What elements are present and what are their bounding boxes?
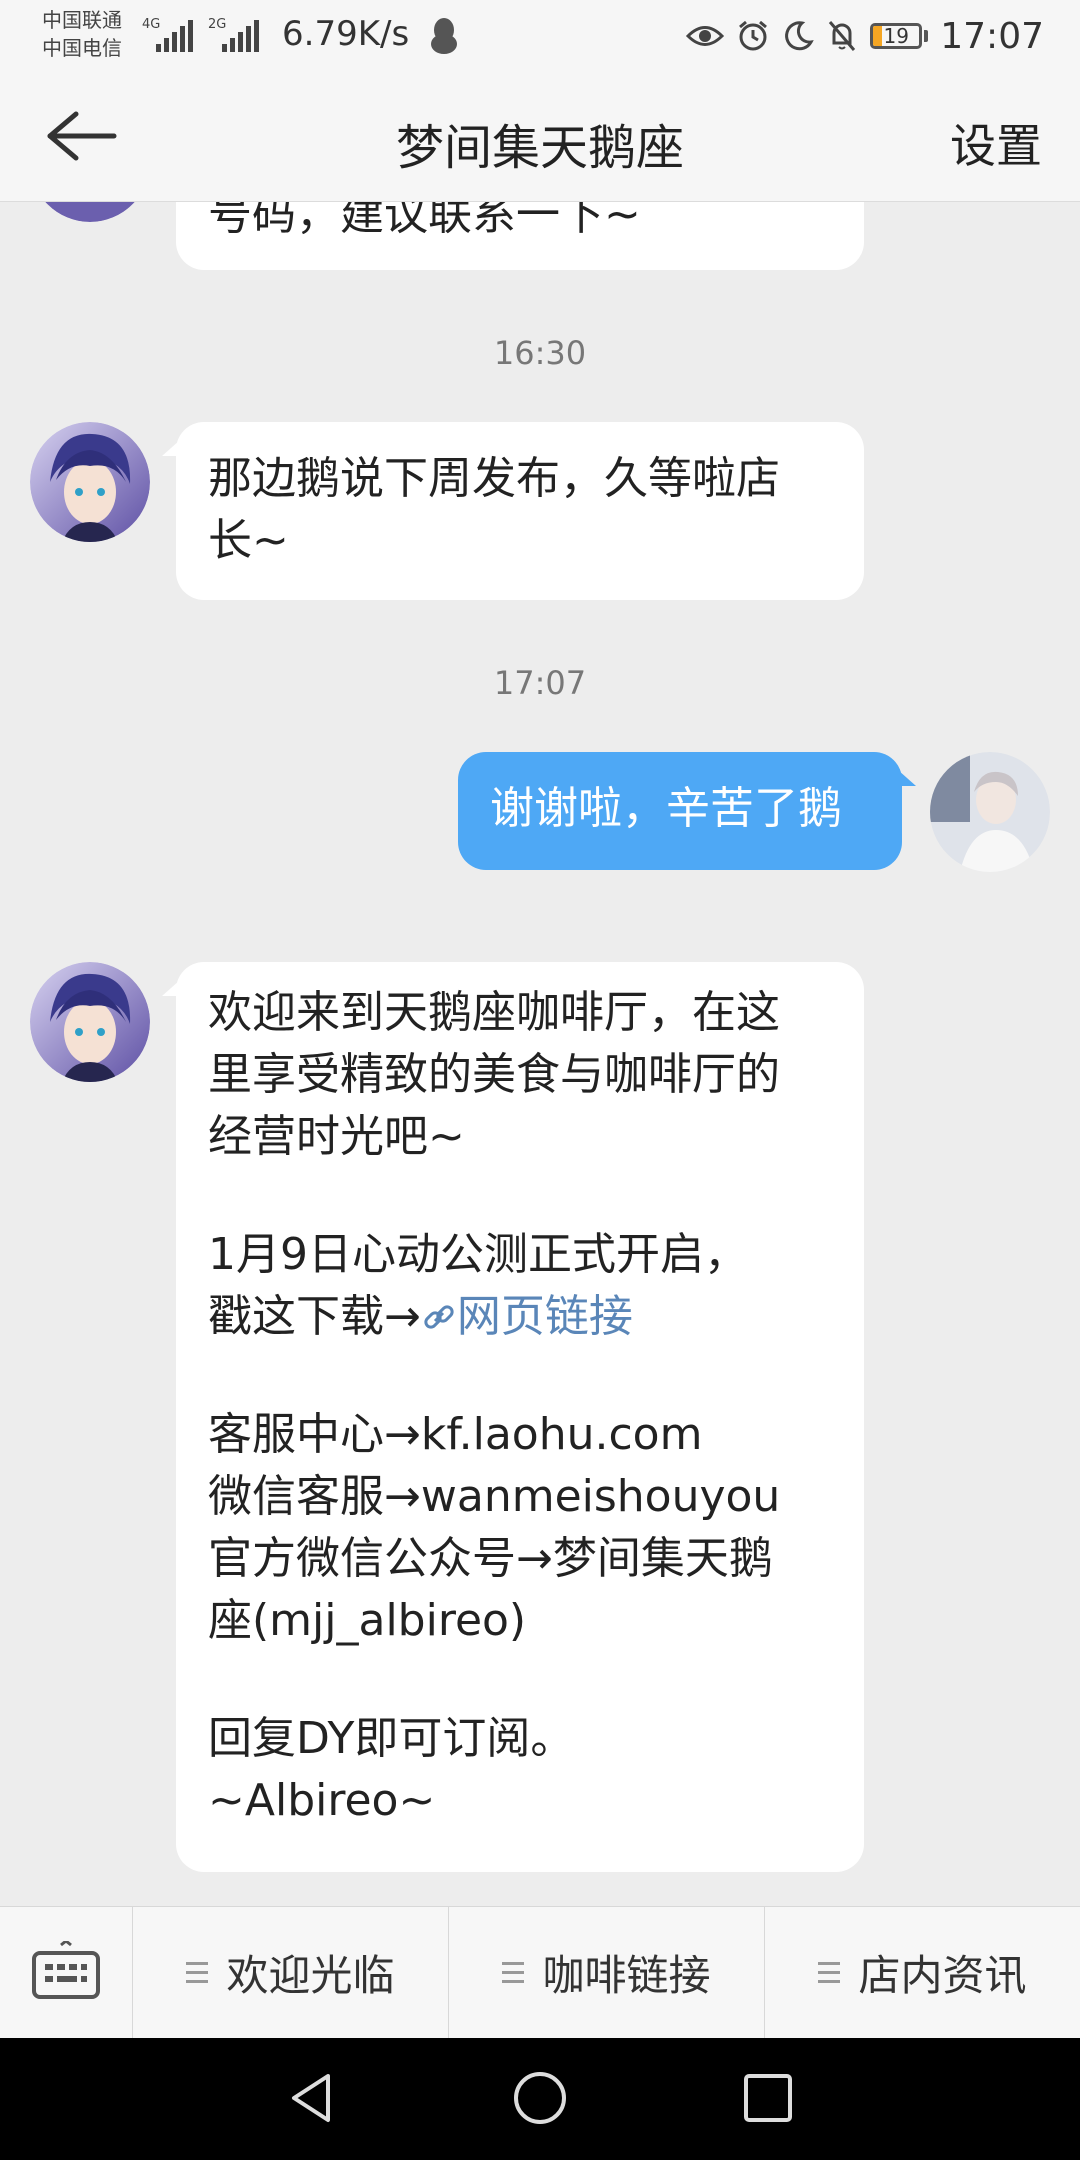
keyboard-icon: [32, 1941, 100, 1999]
svg-text:4G: 4G: [142, 17, 160, 32]
carrier-1: 中国联通: [42, 8, 122, 32]
message-text-line: 官方微信公众号→梦间集天鹅: [208, 1533, 773, 1584]
message-text-line: 座(mjj_albireo): [208, 1595, 527, 1646]
web-link[interactable]: 网页链接: [421, 1291, 633, 1342]
status-icons: 19 17:07: [686, 10, 1044, 62]
message-text-line: 里享受精致的美食与咖啡厅的: [208, 1049, 780, 1100]
moon-icon: [785, 21, 815, 51]
status-bar: 中国联通 中国电信 4G 2G 6.79K/s 19 17:07: [0, 0, 1080, 72]
nav-recents-icon[interactable]: [738, 2068, 798, 2128]
sender-avatar[interactable]: [30, 202, 150, 222]
message-text-line: 长~: [208, 515, 289, 566]
page-title: 梦间集天鹅座: [395, 120, 684, 176]
menu-item-label: 欢迎光临: [226, 1951, 395, 2000]
web-link-label[interactable]: 网页链接: [457, 1291, 633, 1342]
alarm-icon: [739, 20, 768, 51]
official-account-menu: 欢迎光临 咖啡链接 店内资讯: [0, 1906, 1080, 2038]
system-nav-bar: [0, 2038, 1080, 2160]
message-bubble-outgoing: 谢谢啦，辛苦了鹅: [458, 752, 916, 870]
nav-back-icon[interactable]: [282, 2068, 342, 2128]
message-text-line: 经营时光吧~: [208, 1111, 465, 1162]
message-text: 戳这下载→: [208, 1291, 421, 1342]
status-time: 17:07: [940, 15, 1044, 57]
sender-avatar[interactable]: [30, 422, 150, 542]
keyboard-toggle-button[interactable]: [0, 1907, 133, 2038]
message-text-line: 戳这下载→ 网页链接: [208, 1286, 832, 1348]
message-bubble-incoming: 那边鹅说下周发布，久等啦店 长~: [162, 422, 864, 600]
message-text-line: 1月9日心动公测正式开启，: [208, 1229, 748, 1280]
battery-level: 19: [883, 24, 909, 48]
timestamp: 17:07: [493, 664, 587, 702]
message-text-line: 客服中心→kf.laohu.com: [208, 1409, 703, 1460]
menu-item-welcome[interactable]: 欢迎光临: [133, 1907, 449, 2038]
nav-home-icon[interactable]: [510, 2068, 570, 2128]
mute-bell-icon: [829, 21, 856, 51]
menu-item-label: 店内资讯: [858, 1951, 1027, 2000]
message-text-line: 回复DY即可订阅。: [208, 1713, 575, 1764]
battery-indicator: 19: [870, 23, 929, 49]
message-text: 谢谢啦，辛苦了鹅: [490, 783, 842, 834]
carrier-names: 中国联通 中国电信: [42, 6, 122, 62]
self-avatar[interactable]: [930, 752, 1050, 872]
menu-lines-icon: [818, 1962, 841, 1983]
carrier-2: 中国电信: [42, 36, 122, 60]
link-icon: [424, 1305, 454, 1329]
message-text: 号码，建议联系一下~: [208, 202, 641, 240]
menu-item-store-news[interactable]: 店内资讯: [765, 1907, 1080, 2038]
signal-1-icon: 4G: [142, 17, 193, 52]
signal-2-icon: 2G: [208, 17, 259, 52]
menu-lines-icon: [502, 1962, 525, 1983]
menu-lines-icon: [186, 1962, 209, 1983]
timestamp: 16:30: [493, 334, 587, 372]
chat-messages[interactable]: 号码，建议联系一下~ 16:30 那边鹅说下周发布，久等啦店 长~ 17:07 …: [0, 202, 1080, 1906]
eye-icon: [686, 26, 725, 46]
svg-text:2G: 2G: [208, 17, 226, 32]
sender-avatar[interactable]: [30, 962, 150, 1082]
settings-button[interactable]: 设置: [950, 110, 1042, 176]
message-text-line: 微信客服→wanmeishouyou: [208, 1471, 781, 1522]
chat-header: 梦间集天鹅座 设置: [0, 72, 1080, 202]
menu-item-coffee-link[interactable]: 咖啡链接: [449, 1907, 765, 2038]
message-text-line: 欢迎来到天鹅座咖啡厅，在这: [208, 987, 780, 1038]
message-bubble-incoming: 号码，建议联系一下~: [176, 202, 864, 270]
menu-item-label: 咖啡链接: [542, 1951, 711, 2000]
message-text-line: ~Albireo~: [208, 1775, 436, 1826]
qq-penguin-icon: [431, 18, 457, 54]
message-text-line: 那边鹅说下周发布，久等啦店: [208, 453, 780, 504]
net-speed: 6.79K/s: [282, 14, 410, 54]
message-bubble-incoming: 欢迎来到天鹅座咖啡厅，在这 里享受精致的美食与咖啡厅的 经营时光吧~ 1月9日心…: [162, 962, 864, 1872]
